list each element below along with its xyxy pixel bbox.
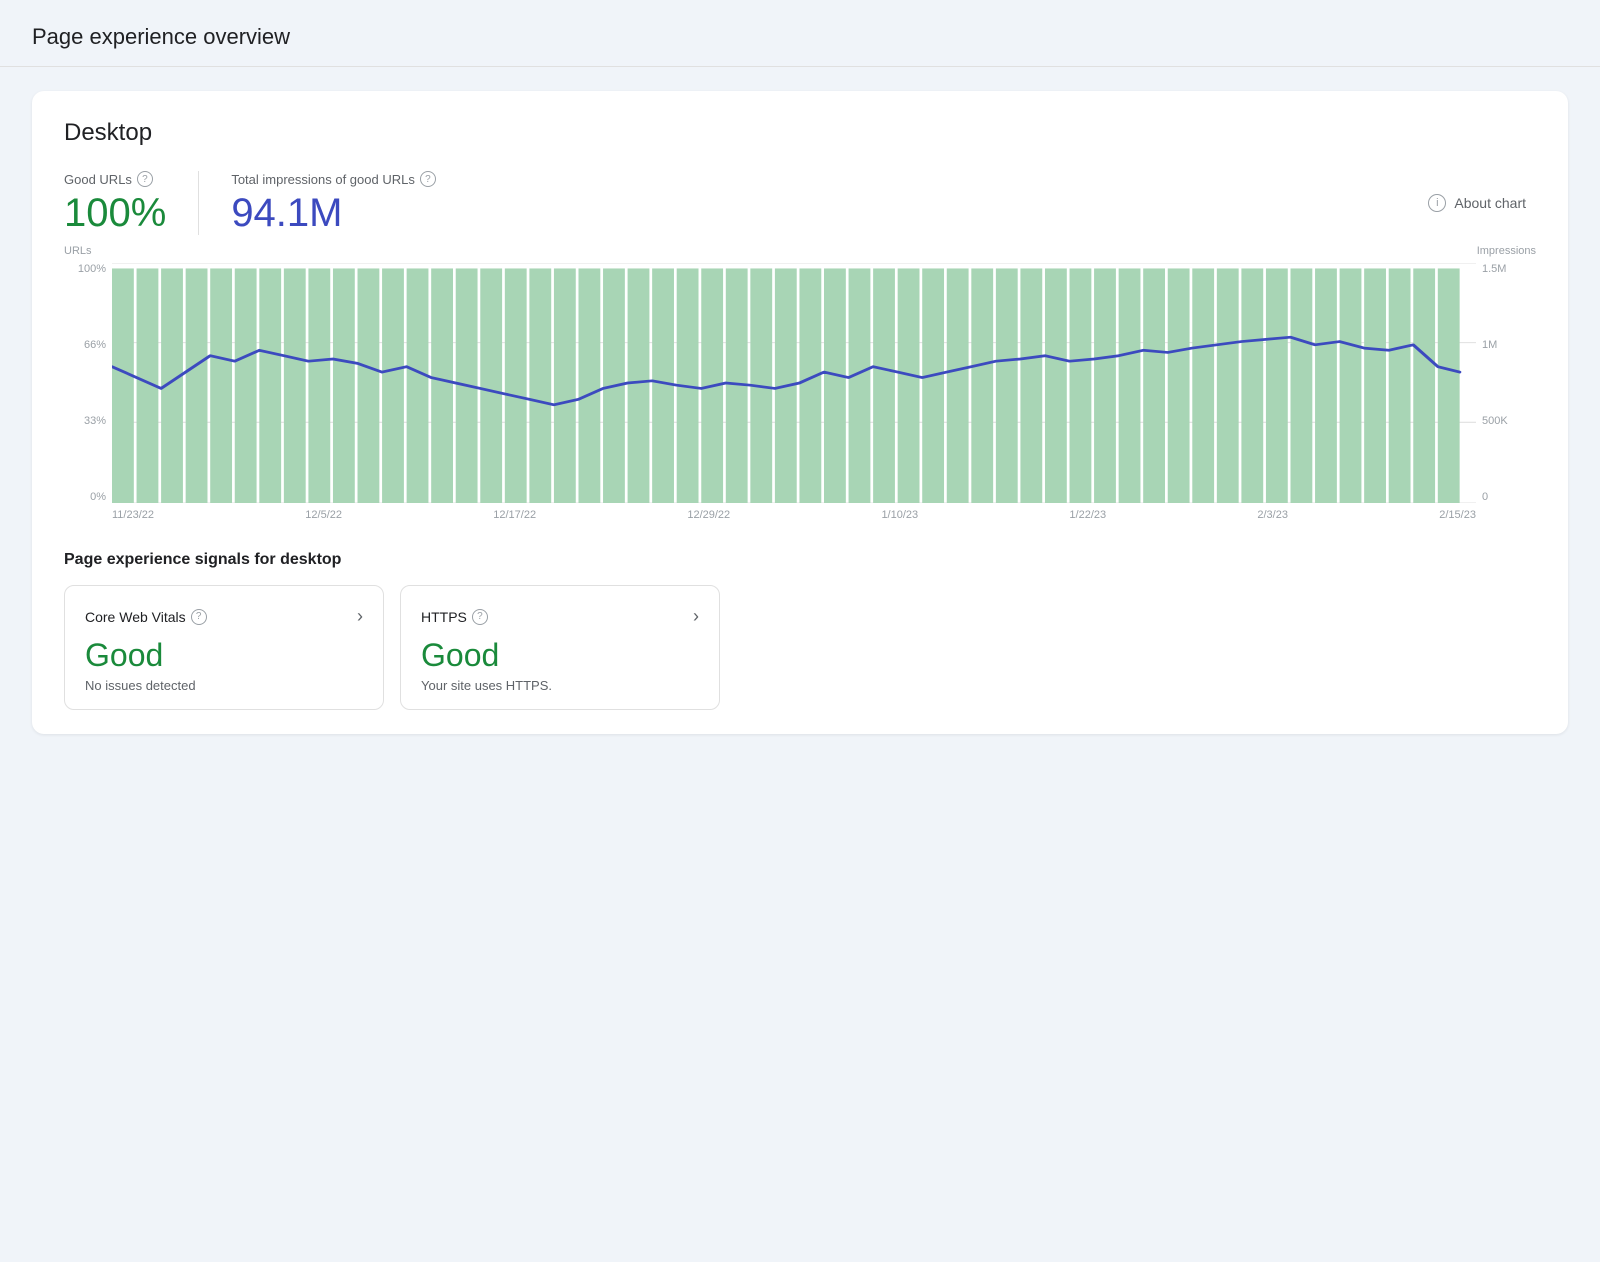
- https-label: HTTPS: [421, 609, 467, 625]
- y-left-label-0: 100%: [78, 263, 106, 275]
- total-impressions-help-icon[interactable]: ?: [420, 171, 436, 187]
- core-web-vitals-label: Core Web Vitals: [85, 609, 186, 625]
- chart-svg: [112, 263, 1476, 503]
- y-right-label-3: 0: [1482, 491, 1488, 503]
- x-label-3: 12/29/22: [687, 509, 730, 521]
- page-header: Page experience overview: [0, 0, 1600, 67]
- y-axis-right-title: Impressions: [1477, 245, 1536, 257]
- https-help-icon[interactable]: ?: [472, 609, 488, 625]
- y-axis-left: 100% 66% 33% 0%: [64, 263, 112, 503]
- https-chevron-icon: ›: [693, 606, 699, 627]
- info-circle-icon: i: [1428, 194, 1446, 212]
- about-chart-label: About chart: [1454, 195, 1526, 211]
- y-right-label-1: 1M: [1482, 339, 1497, 351]
- signal-card-https[interactable]: HTTPS ? › Good Your site uses HTTPS.: [400, 585, 720, 710]
- x-label-4: 1/10/23: [881, 509, 918, 521]
- core-web-vitals-status: Good: [85, 637, 363, 674]
- signals-section: Page experience signals for desktop Core…: [64, 551, 1536, 710]
- y-left-label-1: 66%: [84, 339, 106, 351]
- x-label-0: 11/23/22: [112, 509, 154, 521]
- x-label-5: 1/22/23: [1069, 509, 1106, 521]
- x-axis: 11/23/22 12/5/22 12/17/22 12/29/22 1/10/…: [112, 503, 1476, 543]
- signals-cards: Core Web Vitals ? › Good No issues detec…: [64, 585, 1536, 710]
- https-description: Your site uses HTTPS.: [421, 678, 699, 693]
- signal-card-core-web-vitals[interactable]: Core Web Vitals ? › Good No issues detec…: [64, 585, 384, 710]
- about-chart-button[interactable]: i About chart: [1418, 188, 1536, 218]
- y-left-label-2: 33%: [84, 415, 106, 427]
- core-web-vitals-help-icon[interactable]: ?: [191, 609, 207, 625]
- chart-container: URLs Impressions 100% 66% 33% 0%: [64, 263, 1536, 543]
- y-right-label-0: 1.5M: [1482, 263, 1506, 275]
- signals-title: Page experience signals for desktop: [64, 551, 1536, 569]
- good-urls-label: Good URLs: [64, 172, 132, 187]
- good-urls-help-icon[interactable]: ?: [137, 171, 153, 187]
- x-label-7: 2/15/23: [1439, 509, 1476, 521]
- x-label-2: 12/17/22: [493, 509, 536, 521]
- page-title: Page experience overview: [32, 24, 1568, 50]
- desktop-card-title: Desktop: [64, 119, 1536, 147]
- y-right-label-2: 500K: [1482, 415, 1508, 427]
- y-left-label-3: 0%: [90, 491, 106, 503]
- total-impressions-label: Total impressions of good URLs: [231, 172, 415, 187]
- x-label-6: 2/3/23: [1257, 509, 1288, 521]
- core-web-vitals-chevron-icon: ›: [357, 606, 363, 627]
- x-label-1: 12/5/22: [305, 509, 342, 521]
- y-axis-left-title: URLs: [64, 245, 92, 257]
- core-web-vitals-description: No issues detected: [85, 678, 363, 693]
- https-status: Good: [421, 637, 699, 674]
- y-axis-right: 1.5M 1M 500K 0: [1476, 263, 1536, 503]
- good-urls-value: 100%: [64, 191, 166, 235]
- total-impressions-value: 94.1M: [231, 191, 436, 235]
- chart-area: [112, 263, 1476, 503]
- desktop-card: Desktop Good URLs ? 100% Total impressio…: [32, 91, 1568, 734]
